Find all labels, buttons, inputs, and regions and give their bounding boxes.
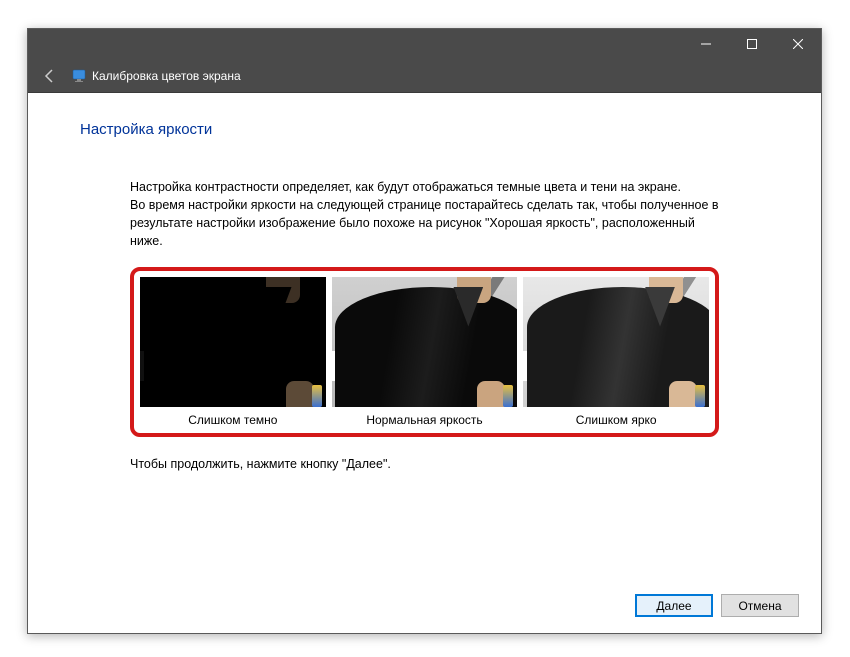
content-area: Настройка яркости Настройка контрастност… xyxy=(28,93,821,633)
page-heading: Настройка яркости xyxy=(80,121,769,138)
sample-label-normal: Нормальная яркость xyxy=(366,413,482,427)
sample-image-dark xyxy=(140,277,326,407)
sample-image-bright xyxy=(523,277,709,407)
description: Настройка контрастности определяет, как … xyxy=(130,178,719,251)
titlebar xyxy=(28,29,821,59)
sample-label-bright: Слишком ярко xyxy=(576,413,657,427)
maximize-button[interactable] xyxy=(729,29,775,59)
cancel-button[interactable]: Отмена xyxy=(721,594,799,617)
sample-normal: Нормальная яркость xyxy=(332,277,518,427)
sample-label-dark: Слишком темно xyxy=(188,413,277,427)
nav-title: Калибровка цветов экрана xyxy=(72,69,241,83)
navbar: Калибровка цветов экрана xyxy=(28,59,821,93)
samples-row: Слишком темно xyxy=(140,277,709,427)
button-row: Далее Отмена xyxy=(635,594,799,617)
next-button[interactable]: Далее xyxy=(635,594,713,617)
sample-image-normal xyxy=(332,277,518,407)
sample-too-bright: Слишком ярко xyxy=(523,277,709,427)
nav-title-text: Калибровка цветов экрана xyxy=(92,69,241,83)
desc-line1: Настройка контрастности определяет, как … xyxy=(130,180,681,194)
samples-highlight: Слишком темно xyxy=(130,267,719,437)
close-button[interactable] xyxy=(775,29,821,59)
back-button[interactable] xyxy=(42,68,58,84)
minimize-button[interactable] xyxy=(683,29,729,59)
sample-too-dark: Слишком темно xyxy=(140,277,326,427)
desc-line2: Во время настройки яркости на следующей … xyxy=(130,198,719,248)
continue-hint: Чтобы продолжить, нажмите кнопку "Далее"… xyxy=(130,457,719,471)
monitor-icon xyxy=(72,69,86,83)
wizard-window: Калибровка цветов экрана Настройка яркос… xyxy=(27,28,822,634)
body-area: Настройка контрастности определяет, как … xyxy=(80,178,769,471)
